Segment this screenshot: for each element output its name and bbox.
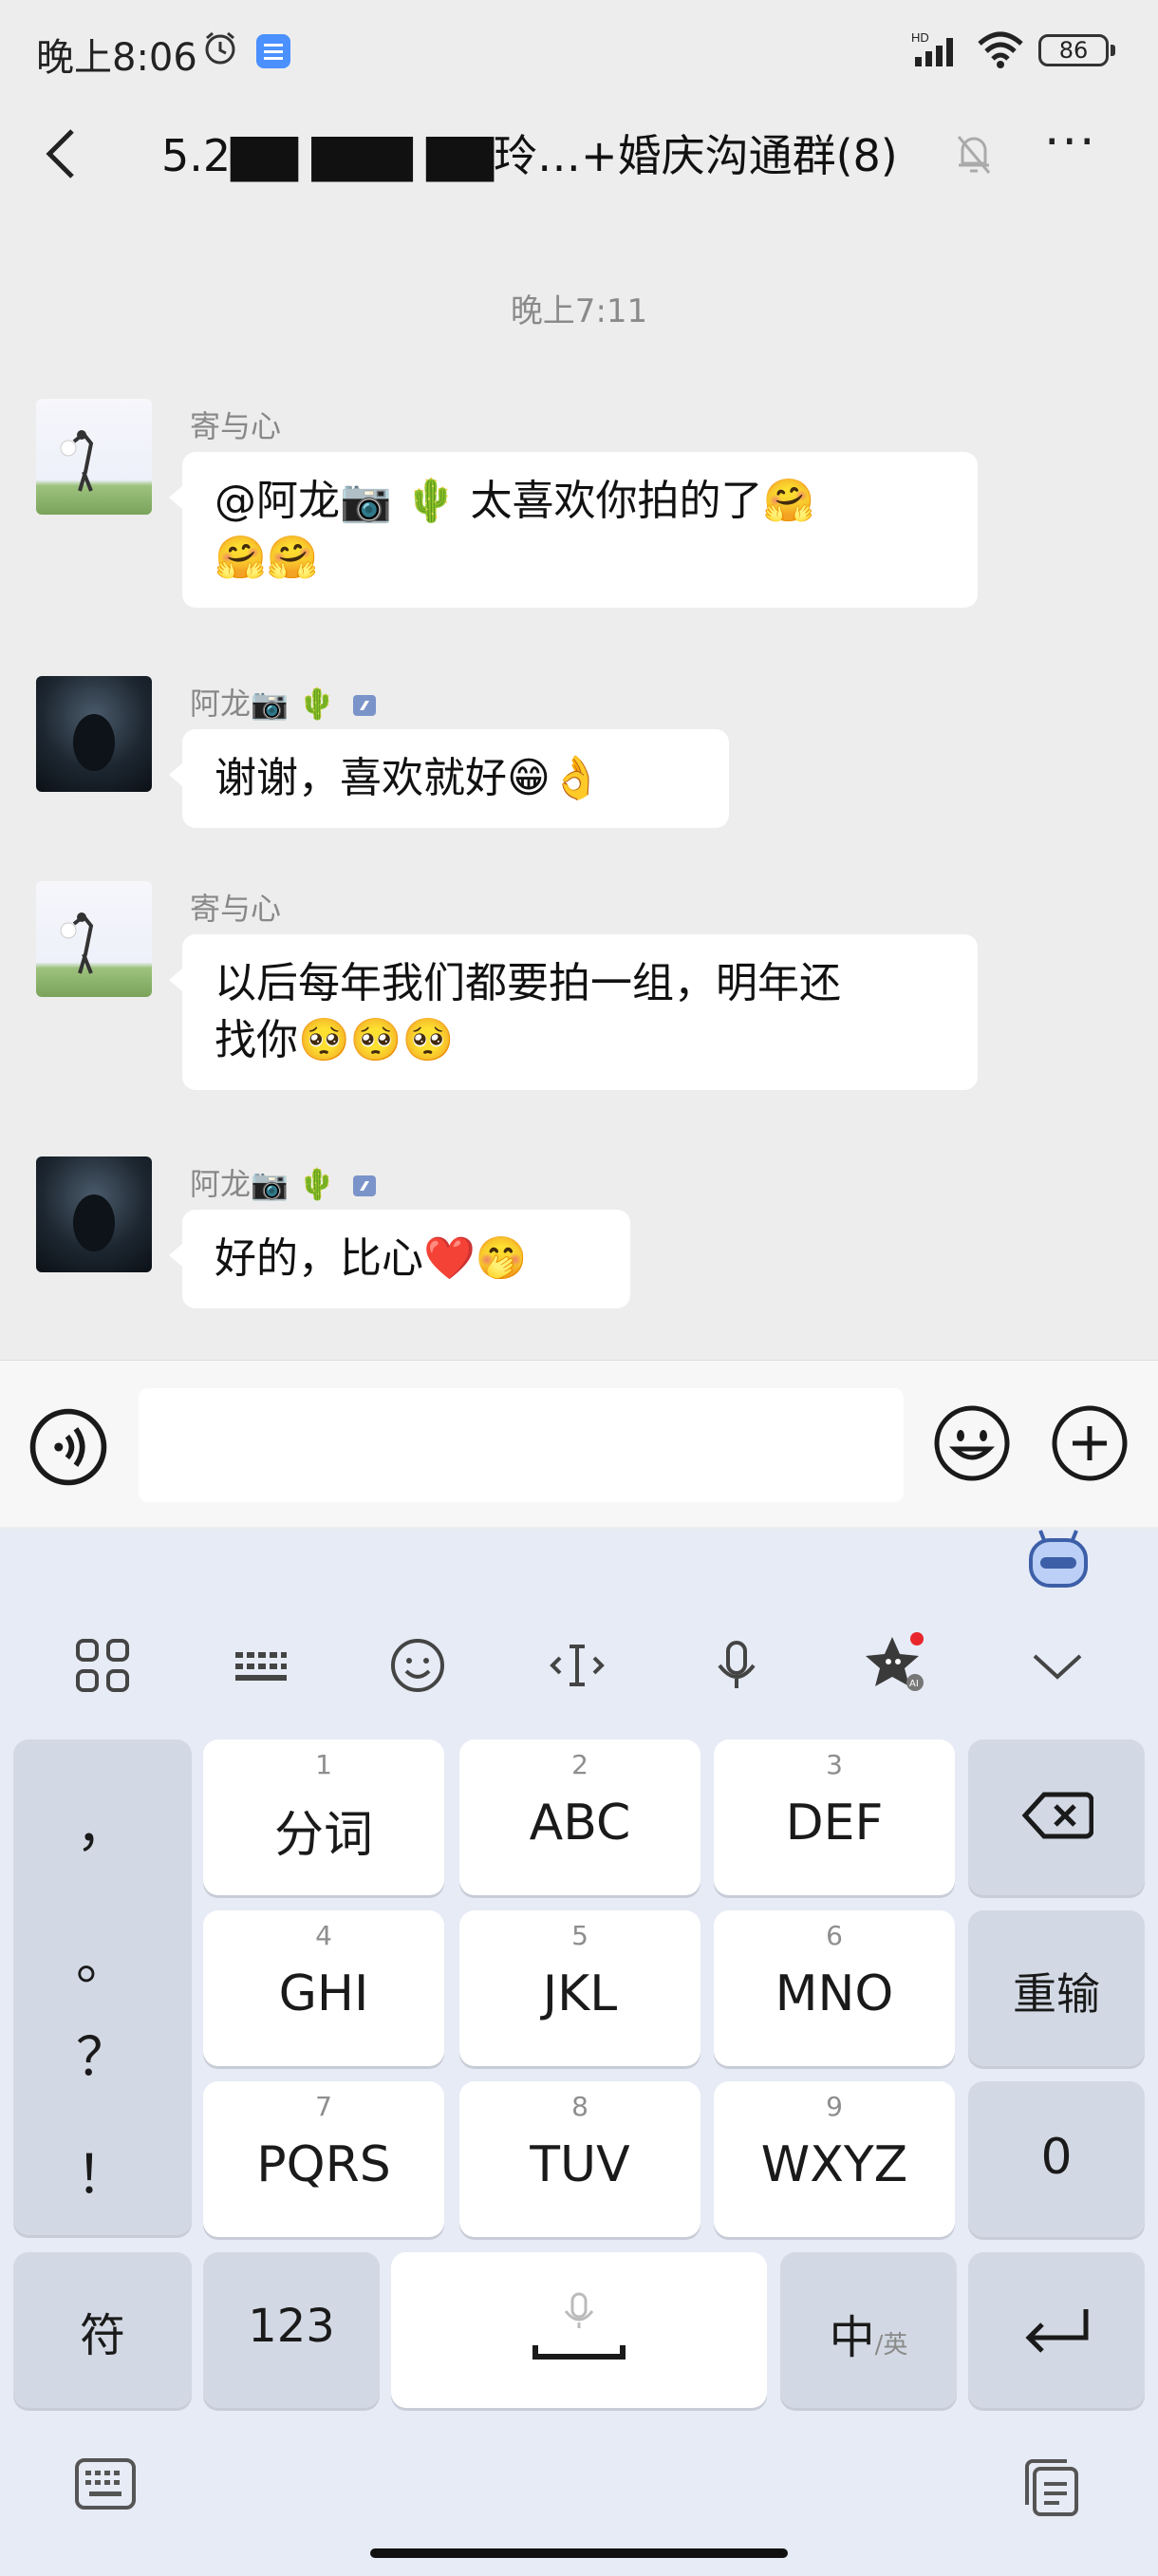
- svg-text:AI: AI: [909, 1679, 919, 1689]
- space-mic-icon: [532, 2292, 626, 2360]
- avatar[interactable]: [36, 881, 152, 997]
- mute-bell-icon[interactable]: [953, 131, 995, 177]
- assistant-robot-icon[interactable]: [1025, 1529, 1092, 1591]
- star-ai-icon[interactable]: AI: [862, 1629, 930, 1698]
- space-key[interactable]: [391, 2252, 767, 2408]
- apps-icon[interactable]: [72, 1635, 133, 1696]
- message-bubble[interactable]: 好的，比心❤️🤭: [169, 1210, 630, 1308]
- key-question[interactable]: ？: [13, 2015, 192, 2092]
- status-time: 晚上8:06: [36, 36, 197, 80]
- clipboard-icon[interactable]: [1021, 2457, 1082, 2518]
- message-text-line: 谢谢，喜欢就好😁👌: [215, 754, 603, 802]
- message-input[interactable]: [139, 1388, 904, 1502]
- emoji-icon[interactable]: [932, 1403, 1012, 1483]
- key-4[interactable]: 4 GHI: [203, 1910, 444, 2066]
- punctuation-column[interactable]: ， 。 ？ ！: [13, 1739, 192, 2235]
- badge-icon: [353, 695, 377, 716]
- more-icon[interactable]: ···: [1044, 118, 1105, 175]
- key-2[interactable]: 2 ABC: [459, 1739, 700, 1895]
- symbol-key[interactable]: 符: [13, 2252, 192, 2408]
- reinput-key[interactable]: 重输: [968, 1910, 1145, 2066]
- home-indicator[interactable]: [370, 2548, 788, 2558]
- message-text-line: 好的，比心❤️🤭: [215, 1234, 528, 1283]
- alarm-icon: [205, 31, 235, 65]
- enter-key[interactable]: [968, 2252, 1145, 2408]
- backspace-key[interactable]: [968, 1739, 1145, 1895]
- key-3[interactable]: 3 DEF: [714, 1739, 955, 1895]
- key-1[interactable]: 1 分词: [203, 1739, 444, 1895]
- key-6[interactable]: 6 MNO: [714, 1910, 955, 2066]
- lang-main: 中: [829, 2311, 875, 2364]
- numbers-key[interactable]: 123: [203, 2252, 380, 2408]
- key-7[interactable]: 7 PQRS: [203, 2081, 444, 2237]
- avatar[interactable]: [36, 1156, 152, 1272]
- signal-hd-label: HD: [911, 30, 929, 45]
- key-8[interactable]: 8 TUV: [459, 2081, 700, 2237]
- voice-icon[interactable]: [28, 1407, 108, 1487]
- avatar[interactable]: [36, 676, 152, 792]
- message-bubble[interactable]: 谢谢，喜欢就好😁👌: [169, 729, 729, 828]
- message-text-line: 🤗🤗: [215, 534, 319, 582]
- badge-icon: [353, 1175, 377, 1196]
- back-icon[interactable]: [42, 125, 80, 182]
- enter-icon: [1025, 2309, 1089, 2353]
- battery-icon: 86: [1038, 34, 1115, 66]
- wifi-icon: [978, 31, 1023, 68]
- sender-name: 寄与心: [190, 408, 282, 444]
- backspace-icon: [1021, 1792, 1093, 1839]
- key-period[interactable]: 。: [13, 1918, 192, 1995]
- sender-name: 阿龙📷 🌵: [190, 680, 380, 724]
- cursor-icon[interactable]: [547, 1635, 607, 1696]
- lang-sub: /英: [874, 2331, 908, 2360]
- mic-icon[interactable]: [706, 1635, 767, 1696]
- keyboard-switch-icon[interactable]: [74, 2457, 137, 2510]
- message-bubble[interactable]: 以后每年我们都要拍一组，明年还 找你🥺🥺🥺: [169, 934, 978, 1090]
- sender-name: 阿龙📷 🌵: [190, 1160, 380, 1204]
- language-key[interactable]: 中/英: [780, 2252, 957, 2408]
- avatar[interactable]: [36, 399, 152, 515]
- emoji-icon[interactable]: [387, 1635, 448, 1696]
- key-exclaim[interactable]: ！: [13, 2133, 192, 2209]
- keyboard-icon[interactable]: [230, 1635, 290, 1696]
- chat-timestamp: 晚上7:11: [510, 292, 648, 330]
- signal-icon: HD: [911, 30, 953, 66]
- key-0[interactable]: 0: [968, 2081, 1145, 2237]
- key-5[interactable]: 5 JKL: [459, 1910, 700, 2066]
- message-bubble[interactable]: @阿龙📷 🌵 太喜欢你拍的了🤗 🤗🤗: [169, 452, 978, 608]
- app-notification-icon: [256, 34, 290, 68]
- chat-title: 5.2▇▇ ▇▇▇ ▇▇玲…+婚庆沟通群(8): [161, 130, 898, 181]
- message-text-line: 以后每年我们都要拍一组，明年还: [215, 959, 841, 1007]
- message-text-line: @阿龙📷 🌵 太喜欢你拍的了🤗: [215, 477, 815, 525]
- collapse-icon[interactable]: [1027, 1635, 1088, 1696]
- sender-name: 寄与心: [190, 891, 282, 927]
- plus-icon[interactable]: [1050, 1403, 1130, 1483]
- key-comma[interactable]: ，: [13, 1785, 192, 1862]
- key-9[interactable]: 9 WXYZ: [714, 2081, 955, 2237]
- message-text-line: 找你🥺🥺🥺: [215, 1016, 455, 1064]
